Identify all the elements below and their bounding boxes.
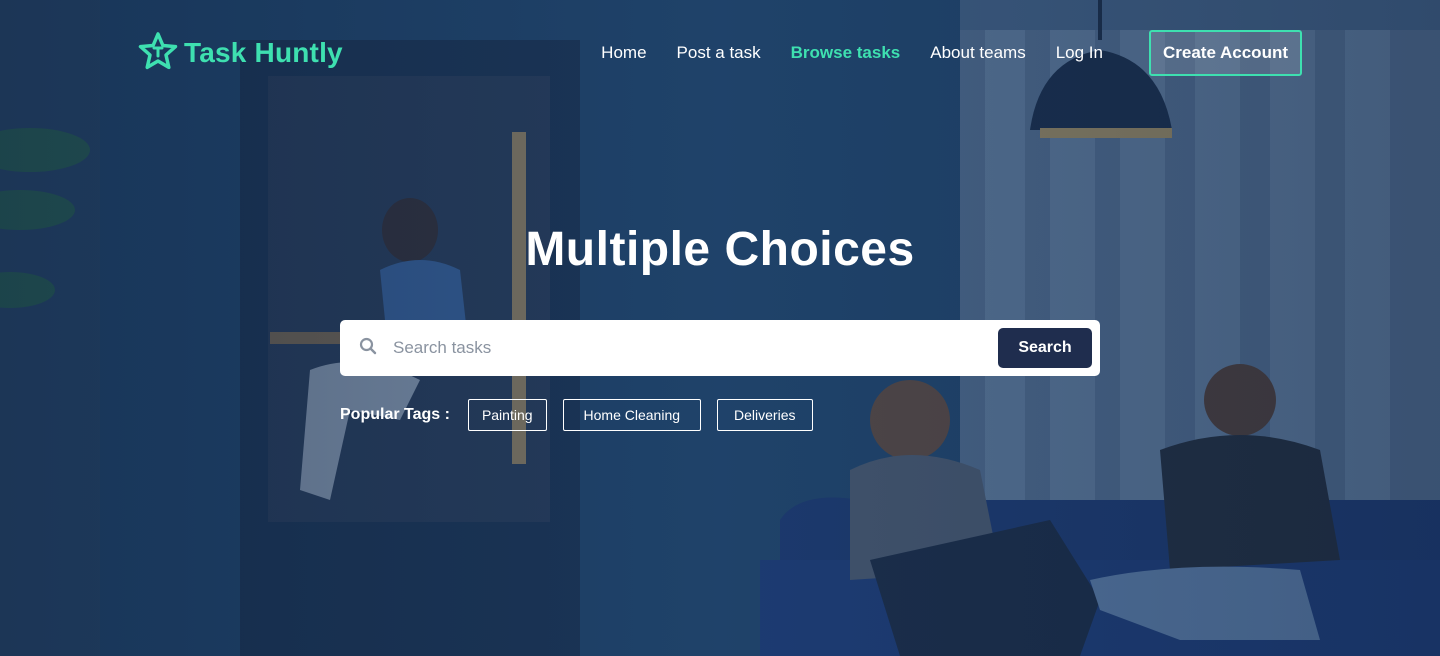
popular-tags-label: Popular Tags :: [340, 406, 450, 423]
brand-logo[interactable]: Task Huntly: [138, 31, 343, 76]
top-navbar: Task Huntly Home Post a task Browse task…: [138, 28, 1302, 78]
star-logo-icon: [138, 31, 178, 76]
search-button[interactable]: Search: [998, 328, 1092, 368]
search-bar: Search: [340, 320, 1100, 376]
search-icon: [340, 337, 377, 360]
tag-painting[interactable]: Painting: [467, 399, 547, 431]
hero-title: Multiple Choices: [525, 223, 915, 276]
nav-browse-tasks[interactable]: Browse tasks: [791, 43, 901, 63]
search-input[interactable]: [391, 327, 998, 369]
nav-links: Home Post a task Browse tasks About team…: [571, 30, 1302, 76]
nav-home[interactable]: Home: [601, 43, 646, 63]
brand-name: Task Huntly: [184, 37, 343, 68]
popular-tags: Popular Tags : Painting Home Cleaning De…: [340, 399, 829, 431]
tag-home-cleaning[interactable]: Home Cleaning: [562, 399, 702, 431]
nav-post-task[interactable]: Post a task: [677, 43, 761, 63]
nav-log-in[interactable]: Log In: [1056, 43, 1103, 63]
create-account-button[interactable]: Create Account: [1148, 30, 1302, 76]
tag-deliveries[interactable]: Deliveries: [717, 399, 813, 431]
nav-about-teams[interactable]: About teams: [930, 43, 1025, 63]
